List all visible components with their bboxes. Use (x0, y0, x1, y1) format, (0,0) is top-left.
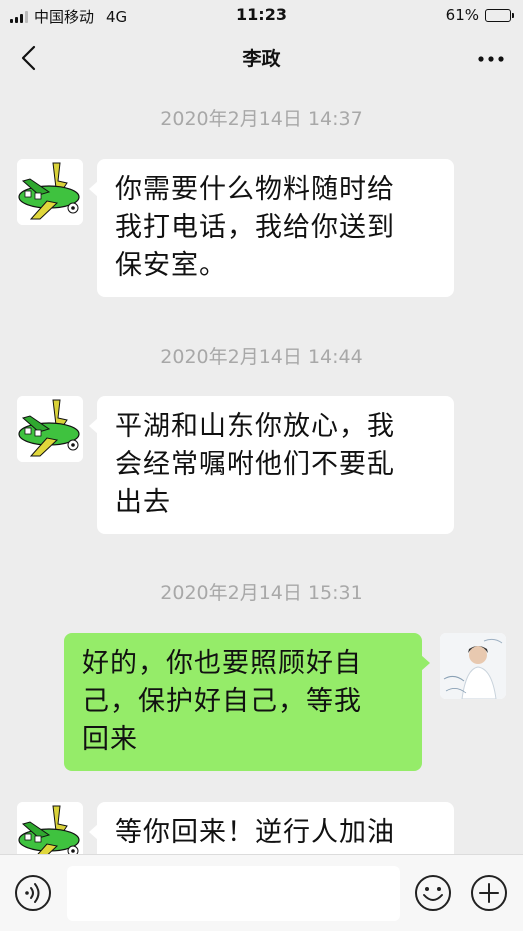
message-bubble-received[interactable]: 等你回来！逆行人加油 (89, 802, 454, 854)
message-line: 你需要什么物料随时给 (115, 174, 395, 205)
message-line: 保安室。 (115, 250, 227, 281)
plus-icon (471, 875, 507, 911)
message-input[interactable] (67, 866, 400, 921)
voice-icon (15, 875, 51, 911)
status-bar-right: 61% (445, 6, 514, 24)
nav-bar: 李政 (0, 30, 523, 86)
message-line: 等你回来！逆行人加油 (115, 817, 395, 848)
contact-avatar[interactable] (17, 159, 83, 225)
timestamp: 2020年2月14日 14:37 (160, 108, 363, 130)
my-avatar[interactable] (440, 633, 506, 699)
plus-button[interactable] (470, 874, 508, 912)
chat-title: 李政 (242, 48, 281, 70)
airplane-avatar-icon (17, 396, 83, 462)
contact-avatar[interactable] (17, 802, 83, 854)
status-time: 11:23 (236, 5, 287, 24)
airplane-avatar-icon (17, 159, 83, 225)
airplane-avatar-icon (17, 802, 83, 854)
emoji-button[interactable] (414, 874, 452, 912)
message-bubble-received[interactable]: 你需要什么物料随时给 我打电话，我给你送到 保安室。 (89, 159, 454, 297)
status-bar: 中国移动 4G 11:23 61% (0, 0, 523, 30)
battery-percent: 61% (445, 6, 479, 24)
message-line: 回来 (82, 724, 138, 755)
user-photo-avatar-icon (440, 633, 506, 699)
battery-icon (485, 8, 514, 22)
more-button[interactable] (471, 42, 511, 74)
contact-avatar[interactable] (17, 396, 83, 462)
message-line: 我打电话，我给你送到 (115, 212, 395, 243)
message-bubble-sent[interactable]: 好的，你也要照顾好自 己，保护好自己，等我 回来 (64, 633, 430, 771)
message-line: 平湖和山东你放心，我 (115, 411, 395, 442)
message-bubble-received[interactable]: 平湖和山东你放心，我 会经常嘱咐他们不要乱 出去 (89, 396, 454, 534)
message-line: 好的，你也要照顾好自 (82, 648, 362, 679)
timestamp: 2020年2月14日 15:31 (160, 582, 363, 604)
input-bar (0, 854, 523, 931)
more-dots-icon (478, 56, 504, 62)
timestamp: 2020年2月14日 14:44 (160, 346, 363, 368)
message-line: 出去 (115, 487, 171, 518)
chat-area[interactable]: 2020年2月14日 14:37 你需要什么物料随时给 我打电话，我给你送到 保… (0, 86, 523, 854)
voice-button[interactable] (14, 874, 52, 912)
message-line: 己，保护好自己，等我 (82, 686, 362, 717)
emoji-icon (415, 875, 451, 911)
message-line: 会经常嘱咐他们不要乱 (115, 449, 395, 480)
